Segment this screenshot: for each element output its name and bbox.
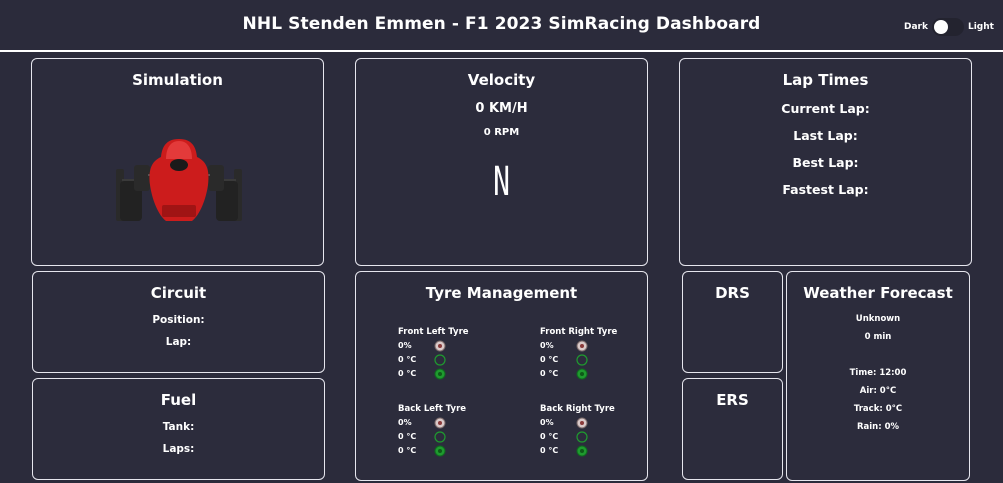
simulation-panel: Simulation	[31, 58, 324, 266]
tyre-wear: 0%	[398, 341, 412, 350]
header: NHL Stenden Emmen - F1 2023 SimRacing Da…	[0, 0, 1003, 52]
weather-time: Time: 12:00	[849, 368, 907, 378]
gear-indicator: N	[493, 159, 510, 205]
ers-title: ERS	[716, 391, 749, 409]
position-label: Position:	[152, 314, 205, 326]
tyre-surface-temp: 0 °C	[398, 355, 417, 364]
tyre-name: Back Right Tyre	[540, 404, 615, 414]
tyre-inner-temp-icon	[434, 445, 446, 457]
drs-title: DRS	[715, 284, 750, 302]
tyre-front-right: Front Right Tyre 0% 0 °C 0 °C	[540, 327, 650, 382]
fuel-panel: Fuel Tank: Laps:	[32, 378, 325, 480]
tyre-management-panel: Tyre Management Front Left Tyre 0% 0 °C …	[355, 271, 648, 481]
switch-knob	[933, 20, 948, 34]
tyre-wear: 0%	[540, 341, 554, 350]
tyre-surface-temp-icon	[576, 354, 588, 366]
theme-switch[interactable]	[931, 18, 964, 36]
weather-air-temp: Air: 0°C	[859, 386, 897, 396]
theme-light-label: Light	[967, 22, 994, 32]
ers-panel: ERS	[682, 378, 783, 480]
tyre-surface-temp-icon	[576, 431, 588, 443]
tyre-management-title: Tyre Management	[425, 284, 578, 302]
fuel-title: Fuel	[160, 391, 197, 409]
tyre-name: Back Left Tyre	[398, 404, 467, 414]
lap-times-title: Lap Times	[782, 71, 869, 89]
velocity-panel: Velocity 0 KM/H 0 RPM N	[355, 58, 648, 266]
tyre-inner-temp: 0 °C	[540, 369, 559, 378]
tyre-wear-icon	[434, 340, 446, 352]
tyre-name: Front Right Tyre	[540, 327, 618, 337]
weather-title: Weather Forecast	[803, 284, 953, 302]
tyre-inner-temp-icon	[576, 445, 588, 457]
current-lap-label: Current Lap:	[781, 101, 870, 116]
circuit-title: Circuit	[150, 284, 207, 302]
tyre-surface-temp: 0 °C	[398, 432, 417, 441]
tyre-back-right: Back Right Tyre 0% 0 °C 0 °C	[540, 404, 650, 459]
lap-times-panel: Lap Times Current Lap: Last Lap: Best La…	[679, 58, 972, 266]
f1-car-icon	[116, 139, 242, 221]
tyre-surface-temp: 0 °C	[540, 432, 559, 441]
tyre-inner-temp: 0 °C	[398, 446, 417, 455]
last-lap-label: Last Lap:	[793, 128, 858, 143]
tyre-inner-temp: 0 °C	[540, 446, 559, 455]
tyre-wear: 0%	[398, 418, 412, 427]
fastest-lap-label: Fastest Lap:	[782, 182, 869, 197]
tyre-surface-temp-icon	[434, 431, 446, 443]
weather-rain: Rain: 0%	[856, 422, 900, 432]
drs-panel: DRS	[682, 271, 783, 373]
fuel-laps-label: Laps:	[162, 443, 195, 455]
tyre-name: Front Left Tyre	[398, 327, 469, 337]
tyre-inner-temp: 0 °C	[398, 369, 417, 378]
weather-panel: Weather Forecast Unknown 0 min Time: 12:…	[786, 271, 970, 481]
tyre-back-left: Back Left Tyre 0% 0 °C 0 °C	[398, 404, 508, 459]
speed-value: 0 KM/H	[475, 101, 528, 116]
tyre-surface-temp-icon	[434, 354, 446, 366]
tank-label: Tank:	[162, 421, 195, 433]
tyre-wear-icon	[434, 417, 446, 429]
velocity-title: Velocity	[467, 71, 536, 89]
simulation-title: Simulation	[132, 71, 223, 89]
circuit-lap-label: Lap:	[165, 336, 192, 348]
tyre-inner-temp-icon	[434, 368, 446, 380]
circuit-panel: Circuit Position: Lap:	[32, 271, 325, 373]
tyre-wear-icon	[576, 417, 588, 429]
weather-condition: Unknown	[855, 314, 901, 324]
rpm-value: 0 RPM	[483, 127, 520, 138]
theme-toggle[interactable]: Dark Light	[904, 18, 994, 36]
tyre-front-left: Front Left Tyre 0% 0 °C 0 °C	[398, 327, 508, 382]
tyre-inner-temp-icon	[576, 368, 588, 380]
theme-dark-label: Dark	[904, 22, 928, 32]
best-lap-label: Best Lap:	[792, 155, 859, 170]
weather-track-temp: Track: 0°C	[853, 404, 903, 414]
tyre-wear: 0%	[540, 418, 554, 427]
weather-offset: 0 min	[864, 332, 892, 342]
tyre-wear-icon	[576, 340, 588, 352]
page-title: NHL Stenden Emmen - F1 2023 SimRacing Da…	[242, 14, 761, 34]
tyre-surface-temp: 0 °C	[540, 355, 559, 364]
